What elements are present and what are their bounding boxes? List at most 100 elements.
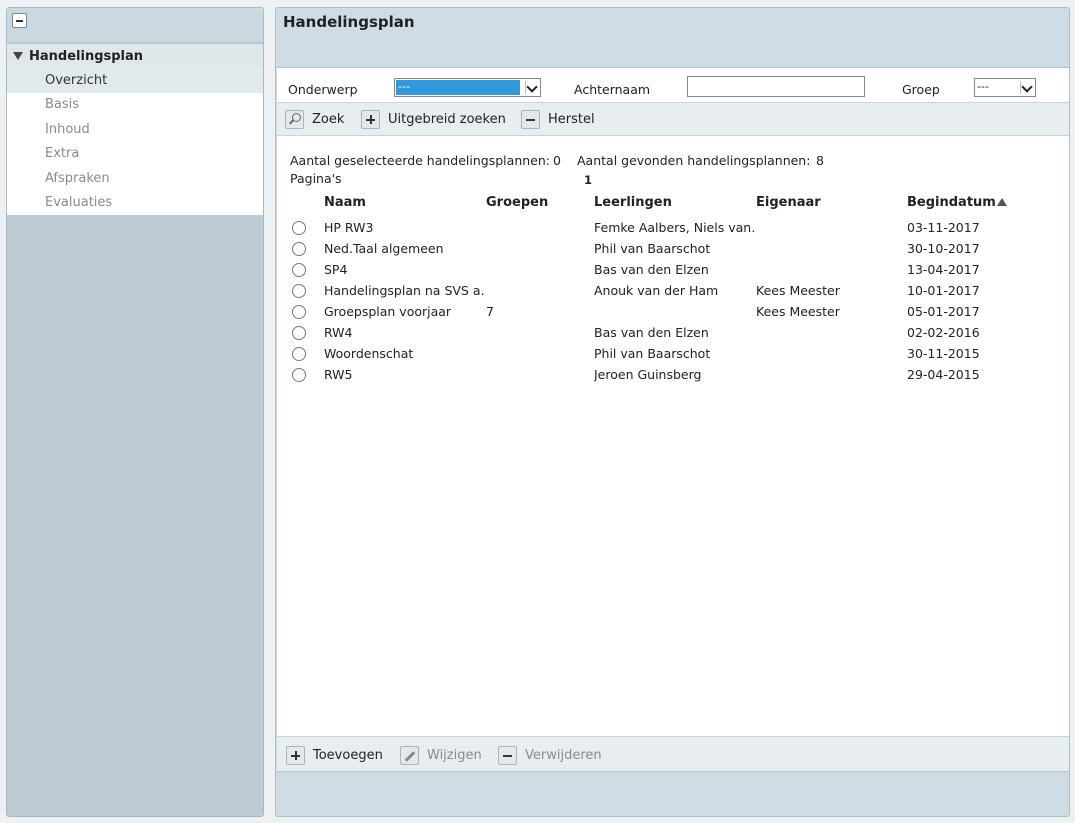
radio-button[interactable] <box>292 263 306 277</box>
sidebar-item-inhoud[interactable]: Inhoud <box>7 117 263 142</box>
sort-ascending-icon <box>996 198 1007 206</box>
herstel-label: Herstel <box>548 111 595 127</box>
cell-naam: Woordenschat <box>324 346 414 361</box>
onderwerp-select[interactable]: --- <box>394 78 541 97</box>
cell-leerlingen: Anouk van der Ham <box>594 283 719 298</box>
radio-button[interactable] <box>292 347 306 361</box>
search-toolbar: Zoek Uitgebreid zoeken Herstel <box>277 102 1069 136</box>
triangle-down-icon <box>13 52 23 60</box>
cell-eigenaar: Kees Meester <box>756 283 840 298</box>
selected-count-label: Aantal geselecteerde handelingsplannen: <box>290 153 550 168</box>
groep-select-value: --- <box>977 80 989 93</box>
verwijderen-label: Verwijderen <box>525 747 602 763</box>
uitgebreid-zoeken-label: Uitgebreid zoeken <box>388 111 506 127</box>
sidebar-item-afspraken[interactable]: Afspraken <box>7 166 263 191</box>
cell-begindatum: 10-01-2017 <box>907 283 980 298</box>
table-row[interactable]: Handelingsplan na SVS a… Anouk van der H… <box>277 281 1069 302</box>
column-header-begindatum-label: Begindatum <box>907 195 996 210</box>
cell-begindatum: 03-11-2017 <box>907 220 980 235</box>
achternaam-label: Achternaam <box>574 82 651 97</box>
found-count-label: Aantal gevonden handelingsplannen: <box>577 153 811 168</box>
radio-button[interactable] <box>292 242 306 256</box>
cell-naam: Groepsplan voorjaar <box>324 304 452 319</box>
table-row[interactable]: SP4 Bas van den Elzen 13-04-2017 <box>277 260 1069 281</box>
column-header-naam[interactable]: Naam <box>324 195 366 210</box>
chevron-down-icon <box>525 81 538 94</box>
radio-button[interactable] <box>292 284 306 298</box>
sidebar-item-evaluaties[interactable]: Evaluaties <box>7 191 263 216</box>
cell-begindatum: 13-04-2017 <box>907 262 980 277</box>
chevron-down-icon <box>1020 81 1033 94</box>
cell-leerlingen: Phil van Baarschot <box>594 346 711 361</box>
cell-naam: HP RW3 <box>324 220 374 235</box>
filter-row: Onderwerp --- Achternaam Groep --- <box>277 68 1069 101</box>
table-row[interactable]: Groepsplan voorjaar 7 Kees Meester 05-01… <box>277 302 1069 323</box>
verwijderen-button[interactable]: Verwijderen <box>498 745 602 765</box>
action-toolbar: Toevoegen Wijzigen Verwijderen <box>277 736 1069 772</box>
table-row[interactable]: Woordenschat Phil van Baarschot 30-11-20… <box>277 344 1069 365</box>
cell-naam: Ned.Taal algemeen <box>324 241 444 256</box>
zoek-label: Zoek <box>312 111 345 127</box>
pages-label: Pagina's <box>290 171 342 186</box>
sidebar-item-overzicht[interactable]: Overzicht <box>7 68 263 93</box>
sidebar-top-bar <box>7 8 263 43</box>
sidebar-header-label: Handelingsplan <box>29 48 144 64</box>
table-row[interactable]: Ned.Taal algemeen Phil van Baarschot 30-… <box>277 239 1069 260</box>
pencil-icon <box>400 745 419 765</box>
column-header-groepen[interactable]: Groepen <box>486 195 548 210</box>
sidebar-item-label: Extra <box>45 146 80 162</box>
plus-icon <box>286 745 305 765</box>
wijzigen-button[interactable]: Wijzigen <box>400 745 482 765</box>
table-row[interactable]: RW5 Jeroen Guinsberg 29-04-2015 <box>277 365 1069 386</box>
groep-label: Groep <box>902 82 940 97</box>
content-area: Onderwerp --- Achternaam Groep --- Zoek … <box>277 67 1069 772</box>
cell-leerlingen: Femke Aalbers, Niels van… <box>594 220 756 235</box>
cell-leerlingen: Bas van den Elzen <box>594 262 709 277</box>
main-panel: Handelingsplan Onderwerp --- Achternaam … <box>275 7 1070 817</box>
sidebar-panel: Handelingsplan Overzicht Basis Inhoud Ex… <box>6 7 264 817</box>
cell-leerlingen: Jeroen Guinsberg <box>594 367 702 382</box>
page-link[interactable]: 1 <box>584 173 592 187</box>
radio-button[interactable] <box>292 368 306 382</box>
sidebar-item-extra[interactable]: Extra <box>7 142 263 167</box>
sidebar-item-label: Afspraken <box>45 170 110 186</box>
radio-button[interactable] <box>292 305 306 319</box>
table-row[interactable]: HP RW3 Femke Aalbers, Niels van… 03-11-2… <box>277 218 1069 239</box>
collapse-icon[interactable] <box>12 13 27 28</box>
sidebar-header[interactable]: Handelingsplan <box>7 44 263 68</box>
sidebar-item-basis[interactable]: Basis <box>7 93 263 118</box>
groep-select[interactable]: --- <box>974 78 1036 97</box>
column-header-leerlingen[interactable]: Leerlingen <box>594 195 672 210</box>
wijzigen-label: Wijzigen <box>427 747 482 763</box>
page-title: Handelingsplan <box>283 13 415 31</box>
found-count-value: 8 <box>816 153 824 168</box>
cell-begindatum: 30-10-2017 <box>907 241 980 256</box>
minus-icon <box>498 745 517 765</box>
herstel-button[interactable]: Herstel <box>521 109 595 129</box>
radio-button[interactable] <box>292 221 306 235</box>
uitgebreid-zoeken-button[interactable]: Uitgebreid zoeken <box>361 109 506 129</box>
onderwerp-select-value: --- <box>396 80 520 95</box>
table-row[interactable]: RW4 Bas van den Elzen 02-02-2016 <box>277 323 1069 344</box>
cell-leerlingen: Bas van den Elzen <box>594 325 709 340</box>
radio-button[interactable] <box>292 326 306 340</box>
cell-begindatum: 02-02-2016 <box>907 325 980 340</box>
onderwerp-label: Onderwerp <box>288 82 358 97</box>
selected-count-value: 0 <box>553 153 561 168</box>
column-header-eigenaar[interactable]: Eigenaar <box>756 195 821 210</box>
sidebar-item-label: Basis <box>45 97 80 113</box>
cell-groepen: 7 <box>486 304 494 319</box>
minus-icon <box>521 109 540 129</box>
sidebar-nav: Handelingsplan Overzicht Basis Inhoud Ex… <box>7 44 263 215</box>
sidebar-item-label: Evaluaties <box>45 195 113 211</box>
search-icon <box>285 109 304 129</box>
cell-naam: RW4 <box>324 325 353 340</box>
zoek-button[interactable]: Zoek <box>285 109 344 129</box>
cell-begindatum: 05-01-2017 <box>907 304 980 319</box>
achternaam-input[interactable] <box>687 76 865 97</box>
column-header-begindatum[interactable]: Begindatum <box>907 195 1007 210</box>
cell-begindatum: 29-04-2015 <box>907 367 980 382</box>
toevoegen-button[interactable]: Toevoegen <box>286 745 383 765</box>
toevoegen-label: Toevoegen <box>313 747 383 763</box>
sidebar-item-label: Inhoud <box>45 121 90 137</box>
